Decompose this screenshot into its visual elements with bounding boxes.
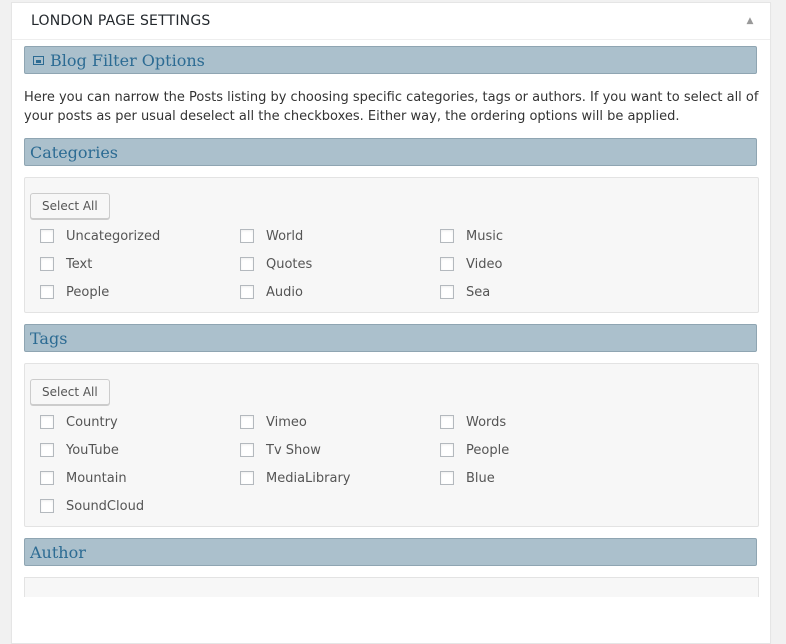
category-option[interactable]: Uncategorized bbox=[40, 228, 240, 244]
category-option-label: Quotes bbox=[266, 256, 313, 272]
tags-checkbox-grid: Country Vimeo Words YouTube Tv Show People Mou… bbox=[30, 414, 753, 514]
category-checkbox[interactable] bbox=[240, 285, 254, 299]
tag-option-label: Tv Show bbox=[266, 442, 321, 458]
category-option[interactable]: Video bbox=[440, 256, 640, 272]
category-option[interactable]: Audio bbox=[240, 284, 440, 300]
tag-checkbox[interactable] bbox=[440, 471, 454, 485]
tag-option[interactable]: Blue bbox=[440, 470, 640, 486]
tag-option-label: YouTube bbox=[66, 442, 119, 458]
tag-option[interactable]: People bbox=[440, 442, 640, 458]
metabox-title: LONDON PAGE SETTINGS bbox=[31, 13, 211, 29]
author-title: Author bbox=[30, 542, 86, 562]
category-checkbox[interactable] bbox=[440, 285, 454, 299]
tags-title: Tags bbox=[30, 328, 68, 348]
tag-option-label: Mountain bbox=[66, 470, 127, 486]
categories-heading: Categories bbox=[24, 138, 757, 166]
image-icon bbox=[33, 55, 44, 65]
tag-option-label: MediaLibrary bbox=[266, 470, 351, 486]
tag-checkbox[interactable] bbox=[240, 471, 254, 485]
category-checkbox[interactable] bbox=[440, 257, 454, 271]
tag-option[interactable]: YouTube bbox=[40, 442, 240, 458]
category-option-label: Uncategorized bbox=[66, 228, 161, 244]
category-option-label: People bbox=[66, 284, 110, 300]
category-option-label: Music bbox=[466, 228, 503, 244]
category-option-label: Audio bbox=[266, 284, 303, 300]
tags-select-all-button[interactable]: Select All bbox=[30, 379, 110, 405]
blog-filter-options-heading: Blog Filter Options bbox=[24, 46, 757, 74]
category-option[interactable]: People bbox=[40, 284, 240, 300]
tag-option[interactable]: MediaLibrary bbox=[240, 470, 440, 486]
tag-option[interactable]: SoundCloud bbox=[40, 498, 240, 514]
page-settings-metabox: LONDON PAGE SETTINGS ▲ Blog Filter Optio… bbox=[11, 2, 771, 644]
category-option[interactable]: World bbox=[240, 228, 440, 244]
blog-filter-description: Here you can narrow the Posts listing by… bbox=[24, 90, 759, 124]
tags-heading: Tags bbox=[24, 324, 757, 352]
tag-option-label: SoundCloud bbox=[66, 498, 145, 514]
tags-box: Select All Country Vimeo Words YouTube Tv Sh… bbox=[24, 363, 759, 527]
category-option-label: Video bbox=[466, 256, 503, 272]
triangle-up-icon[interactable]: ▲ bbox=[742, 13, 758, 29]
metabox-inside: Blog Filter Options Here you can narrow … bbox=[12, 40, 770, 597]
categories-select-all-button[interactable]: Select All bbox=[30, 193, 110, 219]
tag-option-label: Country bbox=[66, 414, 118, 430]
tag-option[interactable]: Vimeo bbox=[240, 414, 440, 430]
category-option[interactable]: Sea bbox=[440, 284, 640, 300]
category-option[interactable]: Music bbox=[440, 228, 640, 244]
tag-option[interactable]: Tv Show bbox=[240, 442, 440, 458]
category-option[interactable]: Text bbox=[40, 256, 240, 272]
author-heading: Author bbox=[24, 538, 757, 566]
categories-checkbox-grid: Uncategorized World Music Text Quotes Video Pe… bbox=[30, 228, 753, 300]
tag-option[interactable]: Words bbox=[440, 414, 640, 430]
category-option-label: Text bbox=[66, 256, 93, 272]
tag-checkbox[interactable] bbox=[240, 415, 254, 429]
category-checkbox[interactable] bbox=[440, 229, 454, 243]
metabox-header[interactable]: LONDON PAGE SETTINGS ▲ bbox=[12, 3, 770, 40]
tag-option-label: Vimeo bbox=[266, 414, 307, 430]
category-checkbox[interactable] bbox=[240, 257, 254, 271]
tag-option[interactable]: Country bbox=[40, 414, 240, 430]
category-checkbox[interactable] bbox=[40, 285, 54, 299]
category-option-label: World bbox=[266, 228, 304, 244]
tag-checkbox[interactable] bbox=[440, 443, 454, 457]
category-option-label: Sea bbox=[466, 284, 491, 300]
category-option[interactable]: Quotes bbox=[240, 256, 440, 272]
tag-checkbox[interactable] bbox=[240, 443, 254, 457]
tag-checkbox[interactable] bbox=[40, 471, 54, 485]
category-checkbox[interactable] bbox=[40, 229, 54, 243]
tag-option-label: Blue bbox=[466, 470, 495, 486]
tag-option[interactable]: Mountain bbox=[40, 470, 240, 486]
category-checkbox[interactable] bbox=[240, 229, 254, 243]
tag-checkbox[interactable] bbox=[40, 415, 54, 429]
categories-box: Select All Uncategorized World Music Text Qu… bbox=[24, 177, 759, 313]
tag-checkbox[interactable] bbox=[440, 415, 454, 429]
tag-option-label: Words bbox=[466, 414, 507, 430]
tag-option-label: People bbox=[466, 442, 510, 458]
blog-filter-options-title: Blog Filter Options bbox=[50, 50, 205, 70]
categories-title: Categories bbox=[30, 142, 118, 162]
author-box bbox=[24, 577, 759, 597]
tag-checkbox[interactable] bbox=[40, 499, 54, 513]
category-checkbox[interactable] bbox=[40, 257, 54, 271]
tag-checkbox[interactable] bbox=[40, 443, 54, 457]
